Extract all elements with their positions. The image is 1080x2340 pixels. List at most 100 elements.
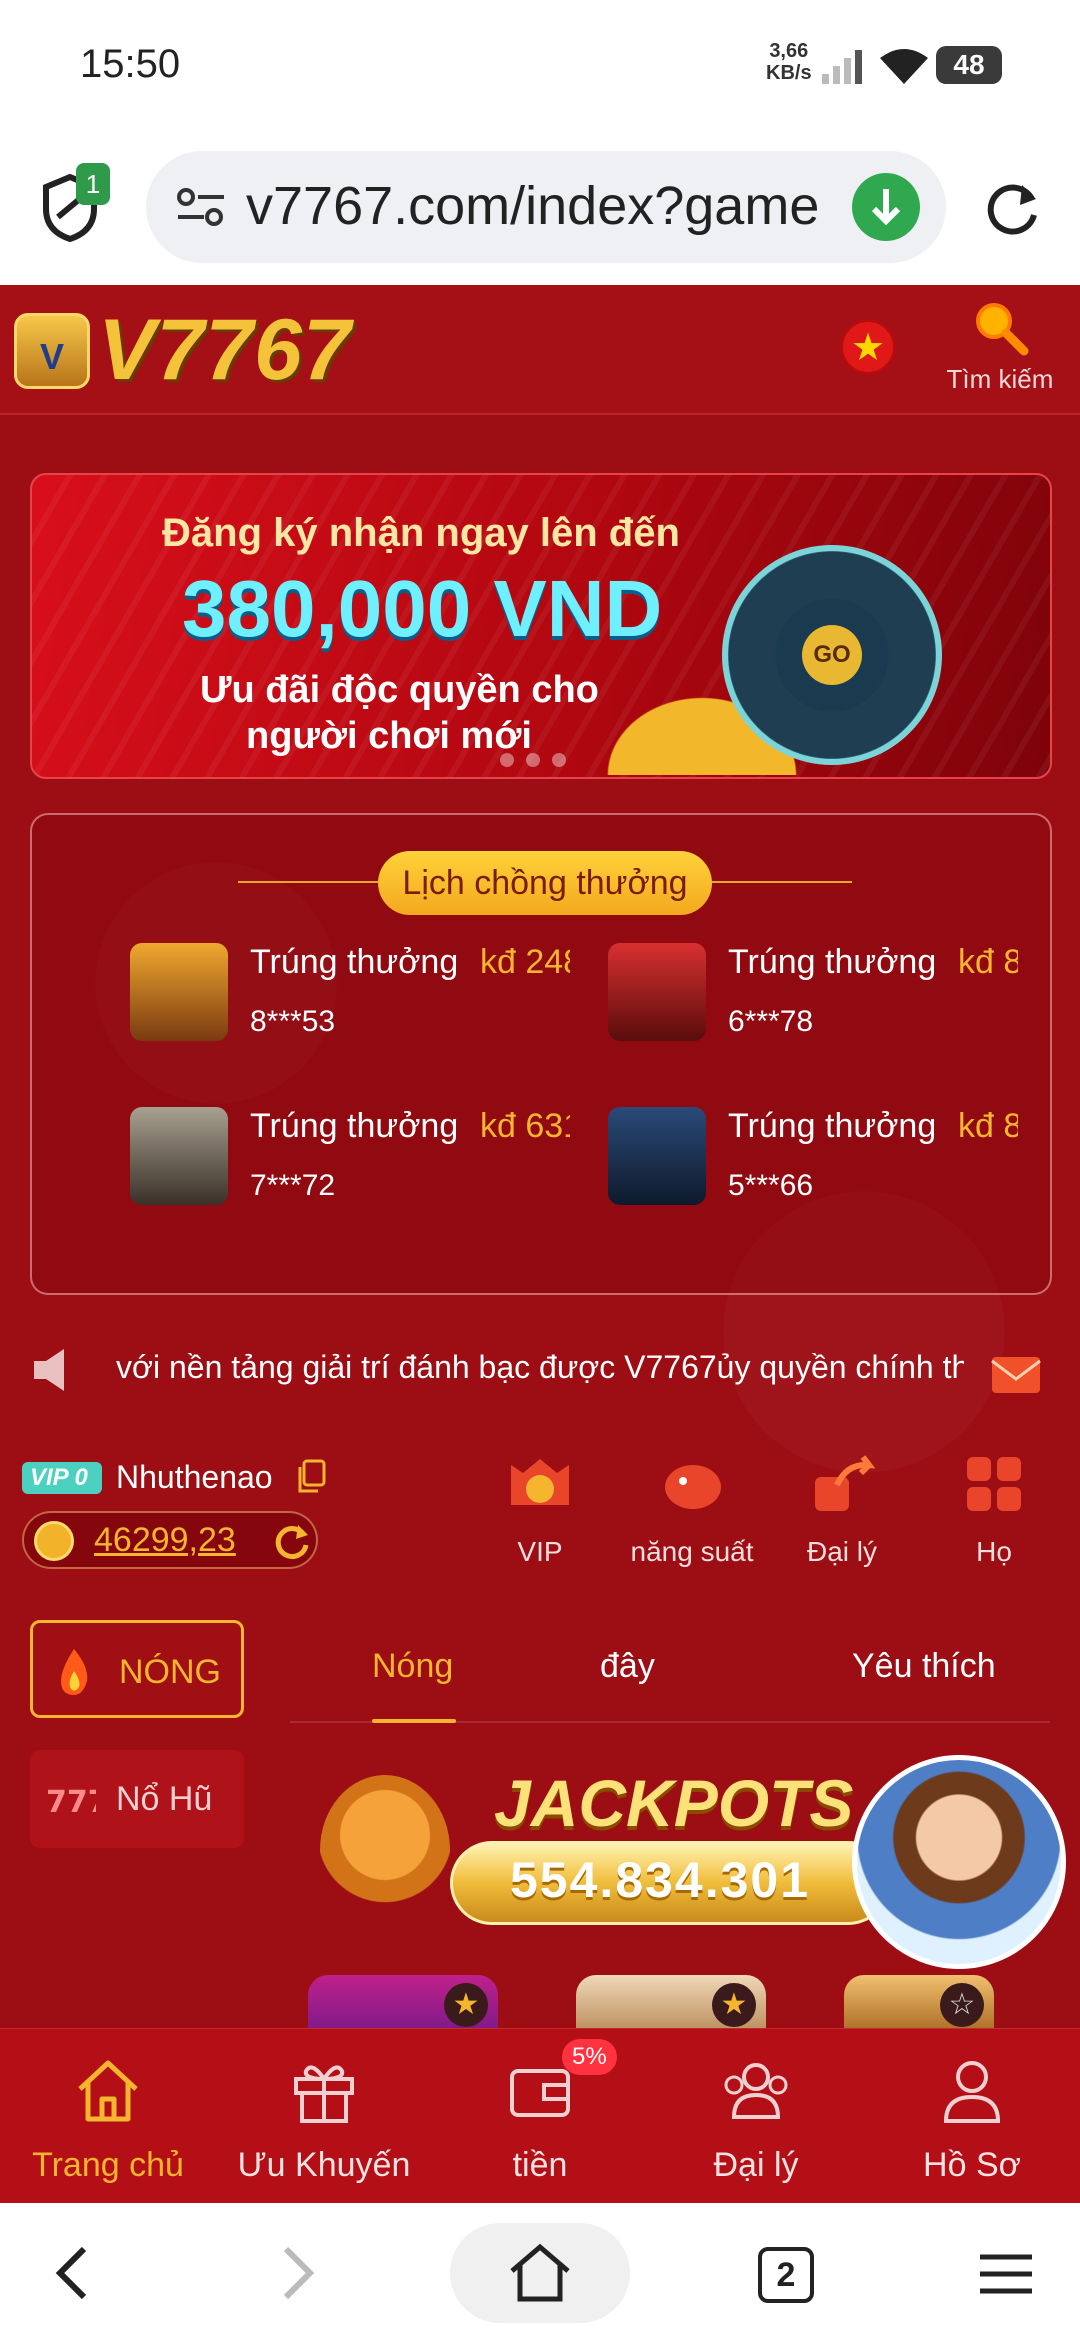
net-speed-unit: KB/s — [766, 62, 812, 84]
mail-icon[interactable] — [990, 1347, 1042, 1399]
announcement-text: với nền tảng giải trí đánh bạc được V776… — [116, 1349, 964, 1385]
banner-line-4: người chơi mới — [246, 715, 532, 757]
winner-amount: kđ 2485 — [480, 943, 570, 981]
winner-item[interactable]: Trúng thưởng kđ 8 5***66 — [608, 1107, 1058, 1227]
announcement-bar[interactable]: với nền tảng giải trí đánh bạc được V776… — [0, 1325, 1080, 1415]
category-label: NÓNG — [119, 1653, 221, 1691]
forward-icon[interactable] — [274, 2243, 320, 2303]
balance-box: 46299,23 — [22, 1511, 318, 1569]
winner-label: Trúng thưởng — [728, 1107, 937, 1145]
title-line-left — [238, 881, 378, 883]
browser-toolbar: 1 v7767.com/index?game — [0, 135, 1080, 285]
category-jackpot[interactable]: 777 Nổ Hũ — [30, 1750, 244, 1848]
game-thumbnail — [608, 1107, 706, 1205]
winner-item[interactable]: Trúng thưởng kđ 2485 8***53 — [130, 943, 580, 1063]
winner-amount: kđ 8 — [958, 1107, 1018, 1145]
customer-support-avatar[interactable] — [852, 1755, 1066, 1969]
favorite-star-icon[interactable]: ★ — [712, 1983, 756, 2027]
nav-label: Đại lý — [713, 2146, 799, 2184]
winner-label: Trúng thưởng — [250, 943, 459, 981]
home-button[interactable] — [450, 2223, 630, 2323]
nav-promotions[interactable]: Ưu Khuyến — [216, 2029, 432, 2204]
quick-action-apps[interactable]: Họ — [924, 1455, 1064, 1568]
game-thumbnail — [130, 943, 228, 1041]
winner-item[interactable]: Trúng thưởng kđ 6318 7***72 — [130, 1107, 580, 1227]
category-hot[interactable]: NÓNG — [30, 1620, 244, 1718]
search-button[interactable]: Tìm kiếm — [940, 295, 1060, 395]
quick-action-vip[interactable]: VIP — [470, 1455, 610, 1568]
refresh-balance-icon[interactable] — [272, 1521, 312, 1561]
piggy-bank-icon — [665, 1465, 721, 1509]
quick-action-productivity[interactable]: năng suất — [622, 1455, 762, 1568]
clock: 15:50 — [80, 42, 181, 86]
menu-icon[interactable] — [978, 2251, 1034, 2297]
tiger-mascot — [320, 1775, 450, 1925]
site-logo[interactable]: V7767 — [98, 301, 352, 400]
webpage: V V7767 ★ Tìm kiếm GO Đăng ký nhận ngay … — [0, 285, 1080, 2030]
game-thumbnail — [130, 1107, 228, 1205]
game-card[interactable]: ☆ — [844, 1975, 994, 2030]
banner-pagination[interactable] — [494, 753, 572, 772]
game-tabs: Nóng đây Yêu thích — [290, 1615, 1050, 1723]
jackpot-value: 554.834.301 — [510, 1852, 811, 1908]
browser-home-icon — [510, 2243, 570, 2302]
fire-icon — [61, 1649, 88, 1695]
winner-amount: kđ 8 — [958, 943, 1018, 981]
slot-777-icon: 777 — [46, 1785, 96, 1820]
tab-favorites[interactable]: Yêu thích — [852, 1647, 996, 1686]
tab-switcher[interactable]: 2 — [758, 2247, 814, 2303]
winner-user: 5***66 — [728, 1169, 814, 1202]
nav-home[interactable]: Trang chủ — [0, 2029, 216, 2204]
url-text[interactable]: v7767.com/index?game — [246, 175, 826, 237]
nav-profile[interactable]: Hồ Sơ — [864, 2029, 1080, 2204]
net-speed: 3,66 KB/s — [766, 40, 812, 84]
agents-icon — [724, 2063, 788, 2119]
winner-user: 6***78 — [728, 1005, 814, 1038]
winner-user: 7***72 — [250, 1169, 336, 1202]
jackpot-banner: JACKPOTS 554.834.301 — [320, 1765, 890, 1955]
site-settings-icon[interactable] — [176, 185, 226, 229]
nav-label: Ưu Khuyến — [237, 2146, 411, 2184]
svg-text:777: 777 — [46, 1785, 96, 1820]
promo-banner[interactable]: GO Đăng ký nhận ngay lên đến 380,000 VND… — [30, 473, 1052, 779]
logo-badge-letter: V — [39, 336, 64, 377]
banner-amount: 380,000 VND — [182, 564, 663, 653]
back-icon[interactable] — [50, 2243, 96, 2303]
tab-hot[interactable]: Nóng — [372, 1647, 453, 1686]
language-flag-icon[interactable]: ★ — [840, 319, 896, 375]
address-bar[interactable]: v7767.com/index?game — [146, 151, 946, 263]
copy-icon[interactable] — [296, 1459, 326, 1493]
winner-item[interactable]: Trúng thưởng kđ 8 6***78 — [608, 943, 1058, 1063]
profile-icon — [943, 2061, 1001, 2123]
balance-value: 46299,23 — [94, 1521, 236, 1559]
game-card[interactable]: ★ — [576, 1975, 766, 2030]
banner-line-1: Đăng ký nhận ngay lên đến — [162, 511, 680, 555]
logo-badge[interactable]: V — [14, 313, 90, 389]
wheel-go: GO — [802, 625, 862, 685]
nav-wallet[interactable]: 5% tiền — [432, 2029, 648, 2204]
wifi-icon — [880, 49, 928, 84]
nav-label: tiền — [512, 2146, 568, 2184]
game-thumbnail — [608, 943, 706, 1041]
search-icon — [976, 303, 1029, 356]
title-line-right — [712, 881, 852, 883]
status-bar: 15:50 3,66 KB/s 48 — [0, 0, 1080, 135]
gift-icon — [294, 2065, 354, 2123]
signal-icon — [822, 50, 862, 84]
apps-grid-icon — [967, 1457, 1021, 1511]
game-card[interactable]: ★ — [308, 1975, 498, 2030]
favorite-star-icon[interactable]: ☆ — [940, 1983, 984, 2027]
winner-amount: kđ 6318 — [480, 1107, 570, 1145]
site-header: V V7767 ★ Tìm kiếm — [0, 285, 1080, 415]
favorite-star-icon[interactable]: ★ — [444, 1983, 488, 2027]
reload-icon[interactable] — [982, 177, 1044, 239]
quick-action-agent[interactable]: Đại lý — [772, 1455, 912, 1568]
jackpot-title: JACKPOTS — [494, 1766, 854, 1840]
tab-here[interactable]: đây — [600, 1647, 655, 1686]
nav-agents[interactable]: Đại lý — [648, 2029, 864, 2204]
shield-count-badge: 1 — [76, 163, 110, 205]
banner-line-3: Ưu đãi độc quyền cho — [200, 669, 599, 711]
nav-label: Hồ Sơ — [923, 2146, 1021, 2184]
vip-badge: VIP 0 — [22, 1462, 102, 1494]
download-icon[interactable] — [852, 173, 920, 241]
